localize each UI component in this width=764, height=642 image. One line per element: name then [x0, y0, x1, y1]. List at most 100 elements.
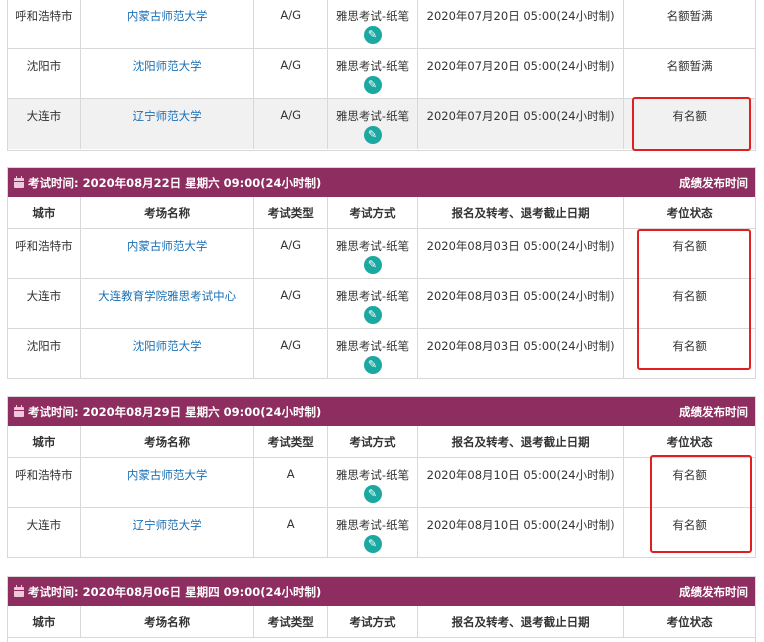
col-mode: 考试方式	[328, 426, 418, 457]
status-cell: 有名额	[672, 518, 707, 532]
exam-type-cell: A/G	[254, 49, 329, 98]
table-row: 大连市 辽宁师范大学 A 雅思考试-纸笔 ✎ 2020年08月10日 05:00(…	[8, 508, 755, 558]
status-cell: 有名额	[672, 339, 707, 353]
deadline-cell: 2020年08月03日 05:00(24小时制)	[418, 229, 625, 278]
pencil-icon[interactable]: ✎	[363, 76, 382, 94]
col-deadline: 报名及转考、退考截止日期	[418, 197, 625, 228]
calendar-icon	[14, 175, 24, 188]
exam-mode-text: 雅思考试-纸笔	[335, 518, 410, 532]
col-status: 考位状态	[666, 434, 713, 449]
exam-mode-text: 雅思考试-纸笔	[335, 109, 410, 123]
session-header: 考试时间: 2020年08月29日 星期六 09:00(24小时制) 成绩发布时…	[8, 397, 755, 426]
city-cell: 大连市	[8, 508, 81, 558]
deadline-cell: 2020年08月10日 05:00(24小时制)	[418, 458, 625, 507]
pencil-icon[interactable]: ✎	[363, 306, 382, 324]
pencil-icon[interactable]: ✎	[363, 356, 382, 374]
exam-type-cell: A	[254, 458, 329, 507]
city-cell: 呼和浩特市	[8, 458, 81, 507]
status-cell: 有名额	[672, 239, 707, 253]
col-status: 考位状态	[666, 205, 713, 220]
exam-time-text: 考试时间: 2020年08月29日 星期六 09:00(24小时制)	[28, 404, 322, 419]
session-block-3: 考试时间: 2020年08月06日 星期四 09:00(24小时制) 成绩发布时…	[7, 576, 756, 642]
exam-time-text: 考试时间: 2020年08月06日 星期四 09:00(24小时制)	[28, 584, 322, 599]
col-venue: 考场名称	[81, 426, 255, 457]
exam-mode-text: 雅思考试-纸笔	[335, 468, 410, 482]
status-cell: 有名额	[672, 289, 707, 303]
venue-link[interactable]: 大连教育学院雅思考试中心	[98, 289, 236, 303]
col-venue: 考场名称	[81, 197, 255, 228]
pencil-icon[interactable]: ✎	[363, 485, 382, 503]
venue-link[interactable]: 内蒙古师范大学	[127, 239, 208, 253]
status-cell: 有名额	[672, 109, 707, 123]
col-city: 城市	[8, 197, 81, 228]
city-cell: 沈阳市	[8, 329, 81, 379]
col-type: 考试类型	[254, 197, 329, 228]
deadline-cell: 2020年08月03日 05:00(24小时制)	[418, 329, 625, 379]
exam-type-cell: A/G	[254, 0, 329, 48]
venue-link[interactable]: 辽宁师范大学	[133, 518, 202, 532]
city-cell: 大连市	[8, 99, 81, 149]
calendar-icon	[14, 584, 24, 597]
exam-mode-text: 雅思考试-纸笔	[335, 289, 410, 303]
table-header: 城市 考场名称 考试类型 考试方式 报名及转考、退考截止日期 考位状态	[8, 426, 755, 458]
exam-mode-text: 雅思考试-纸笔	[335, 9, 410, 23]
exam-mode-text: 雅思考试-纸笔	[335, 239, 410, 253]
results-release-link[interactable]: 成绩发布时间	[679, 175, 748, 191]
deadline-cell: 2020年08月03日 05:00(24小时制)	[418, 279, 625, 328]
exam-time-text: 考试时间: 2020年08月22日 星期六 09:00(24小时制)	[28, 175, 322, 190]
venue-link[interactable]: 沈阳师范大学	[133, 59, 202, 73]
session-header: 考试时间: 2020年08月06日 星期四 09:00(24小时制) 成绩发布时…	[8, 577, 755, 606]
table-row: 大连市 辽宁师范大学 A/G 雅思考试-纸笔 ✎ 2020年07月20日 05:0…	[8, 99, 755, 149]
venue-link[interactable]: 辽宁师范大学	[133, 109, 202, 123]
exam-mode-text: 雅思考试-纸笔	[335, 339, 410, 353]
table-row: 呼和浩特市 内蒙古师范大学 A 雅思考试-纸笔 ✎ 2020年08月10日 05:…	[8, 458, 755, 508]
venue-link[interactable]: 内蒙古师范大学	[127, 9, 208, 23]
deadline-cell: 2020年07月20日 05:00(24小时制)	[418, 49, 625, 98]
pencil-icon[interactable]: ✎	[363, 26, 382, 44]
status-cell: 有名额	[672, 468, 707, 482]
deadline-cell: 2020年07月20日 05:00(24小时制)	[418, 0, 625, 48]
city-cell: 呼和浩特市	[8, 229, 81, 278]
results-release-link[interactable]: 成绩发布时间	[679, 584, 748, 600]
pencil-icon[interactable]: ✎	[363, 256, 382, 274]
deadline-cell: 2020年07月20日 05:00(24小时制)	[418, 99, 625, 149]
exam-type-cell: A/G	[254, 279, 329, 328]
table-row: 呼和浩特市 内蒙古师范大学 A/G 雅思考试-纸笔 ✎ 2020年07月20日 0…	[8, 0, 755, 49]
col-deadline: 报名及转考、退考截止日期	[418, 426, 625, 457]
session-block-2: 考试时间: 2020年08月29日 星期六 09:00(24小时制) 成绩发布时…	[7, 396, 756, 558]
city-cell: 大连市	[8, 279, 81, 328]
venue-link[interactable]: 内蒙古师范大学	[127, 468, 208, 482]
exam-mode-text: 雅思考试-纸笔	[335, 59, 410, 73]
venue-link[interactable]: 沈阳师范大学	[133, 339, 202, 353]
pencil-icon[interactable]: ✎	[363, 535, 382, 553]
col-type: 考试类型	[254, 606, 329, 637]
col-mode: 考试方式	[328, 197, 418, 228]
exam-type-cell: A/G	[254, 329, 329, 379]
table-header: 城市 考场名称 考试类型 考试方式 报名及转考、退考截止日期 考位状态	[8, 197, 755, 229]
exam-type-cell: A	[254, 508, 329, 558]
col-status: 考位状态	[666, 614, 713, 629]
col-venue: 考场名称	[81, 606, 255, 637]
table-row: 呼和浩特市 内蒙古师范大学 A/G 雅思考试-纸笔 ✎ 2020年08月03日 0…	[8, 229, 755, 279]
status-cell: 名额暂满	[666, 9, 713, 23]
exam-type-cell: A/G	[254, 229, 329, 278]
session-block-0: 呼和浩特市 内蒙古师范大学 A/G 雅思考试-纸笔 ✎ 2020年07月20日 0…	[7, 0, 756, 151]
session-block-1: 考试时间: 2020年08月22日 星期六 09:00(24小时制) 成绩发布时…	[7, 167, 756, 379]
deadline-cell: 2020年08月10日 05:00(24小时制)	[418, 508, 625, 558]
col-city: 城市	[8, 426, 81, 457]
col-mode: 考试方式	[328, 606, 418, 637]
city-cell: 呼和浩特市	[8, 0, 81, 48]
table-header: 城市 考场名称 考试类型 考试方式 报名及转考、退考截止日期 考位状态	[8, 606, 755, 638]
calendar-icon	[14, 404, 24, 417]
city-cell: 沈阳市	[8, 49, 81, 98]
session-header: 考试时间: 2020年08月22日 星期六 09:00(24小时制) 成绩发布时…	[8, 168, 755, 197]
pencil-icon[interactable]: ✎	[363, 126, 382, 144]
col-type: 考试类型	[254, 426, 329, 457]
exam-type-cell: A/G	[254, 99, 329, 149]
status-cell: 名额暂满	[666, 59, 713, 73]
col-city: 城市	[8, 606, 81, 637]
results-release-link[interactable]: 成绩发布时间	[679, 404, 748, 420]
table-row: 大连市 大连教育学院雅思考试中心 A/G 雅思考试-纸笔 ✎ 2020年08月03…	[8, 279, 755, 329]
col-deadline: 报名及转考、退考截止日期	[418, 606, 625, 637]
table-row: 沈阳市 沈阳师范大学 A/G 雅思考试-纸笔 ✎ 2020年07月20日 05:0…	[8, 49, 755, 99]
